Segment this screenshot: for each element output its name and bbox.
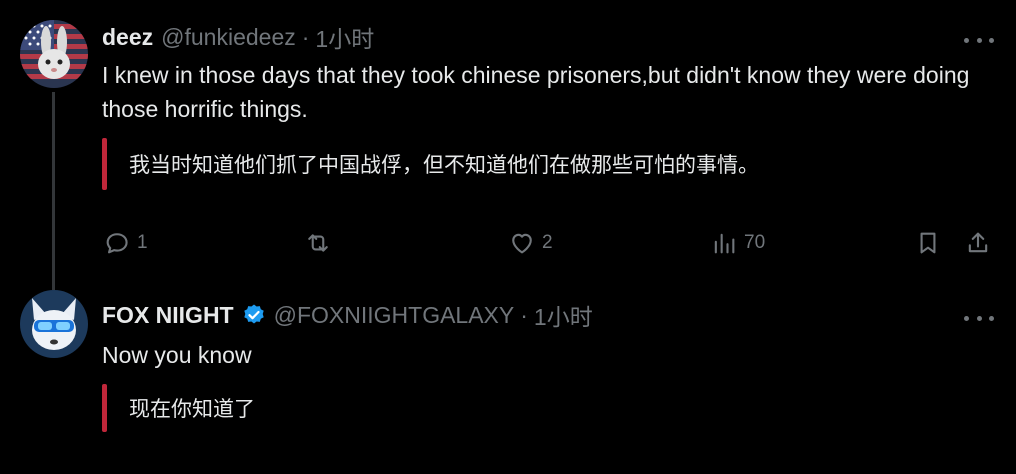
separator-dot: · [520,301,528,328]
views-count: 70 [744,232,766,253]
flag-rabbit-avatar-icon [20,20,88,88]
more-options-icon[interactable] [964,30,994,50]
user-handle[interactable]: @FOXNIIGHTGALAXY [274,302,515,329]
tweet[interactable]: FOX NIIGHT @FOXNIIGHTGALAXY · 1小时 Now yo… [0,290,1016,474]
like-count: 2 [542,232,553,253]
translation-block: 我当时知道他们抓了中国战俘，但不知道他们在做那些可怕的事情。 [102,138,759,190]
tweet-text: Now you know [102,342,252,368]
heart-icon [512,233,532,254]
like-button[interactable]: 2 [508,228,553,258]
verified-badge-icon[interactable] [242,303,266,327]
translation-text: 我当时知道他们抓了中国战俘，但不知道他们在做那些可怕的事情。 [129,153,759,177]
user-handle[interactable]: @funkiedeez [161,24,296,51]
display-name[interactable]: FOX NIIGHT [102,302,234,329]
tweet[interactable]: deez @funkiedeez · 1小时 I knew in those d… [0,0,1016,290]
reply-icon [106,233,128,254]
tweet-text: I knew in those days that they took chin… [102,62,970,122]
timestamp[interactable]: 1小时 [315,20,374,54]
translation-bar [102,384,107,432]
more-options-icon[interactable] [964,308,994,328]
user-avatar[interactable] [20,290,88,358]
fox-sunglasses-avatar-icon [20,290,88,358]
display-name[interactable]: deez [102,24,153,51]
retweet-button[interactable] [304,228,338,258]
tweet-header: deez @funkiedeez · 1小时 [102,20,374,54]
action-bar: 1 2 70 [0,228,1016,258]
share-button[interactable] [964,228,992,258]
retweet-icon [308,234,328,252]
reply-count: 1 [137,232,148,253]
reply-button[interactable]: 1 [103,228,148,258]
thread-line [52,92,55,290]
timestamp[interactable]: 1小时 [534,298,593,332]
tweet-header: FOX NIIGHT @FOXNIIGHTGALAXY · 1小时 [102,298,593,332]
translation-text: 现在你知道了 [129,397,255,421]
share-icon [968,232,988,253]
user-avatar[interactable] [20,20,88,88]
views-button[interactable]: 70 [710,228,765,258]
translation-bar [102,138,107,190]
bookmark-button[interactable] [914,228,942,258]
separator-dot: · [301,23,310,50]
views-chart-icon [714,233,735,254]
bookmark-icon [920,232,936,254]
translation-block: 现在你知道了 [102,384,255,432]
